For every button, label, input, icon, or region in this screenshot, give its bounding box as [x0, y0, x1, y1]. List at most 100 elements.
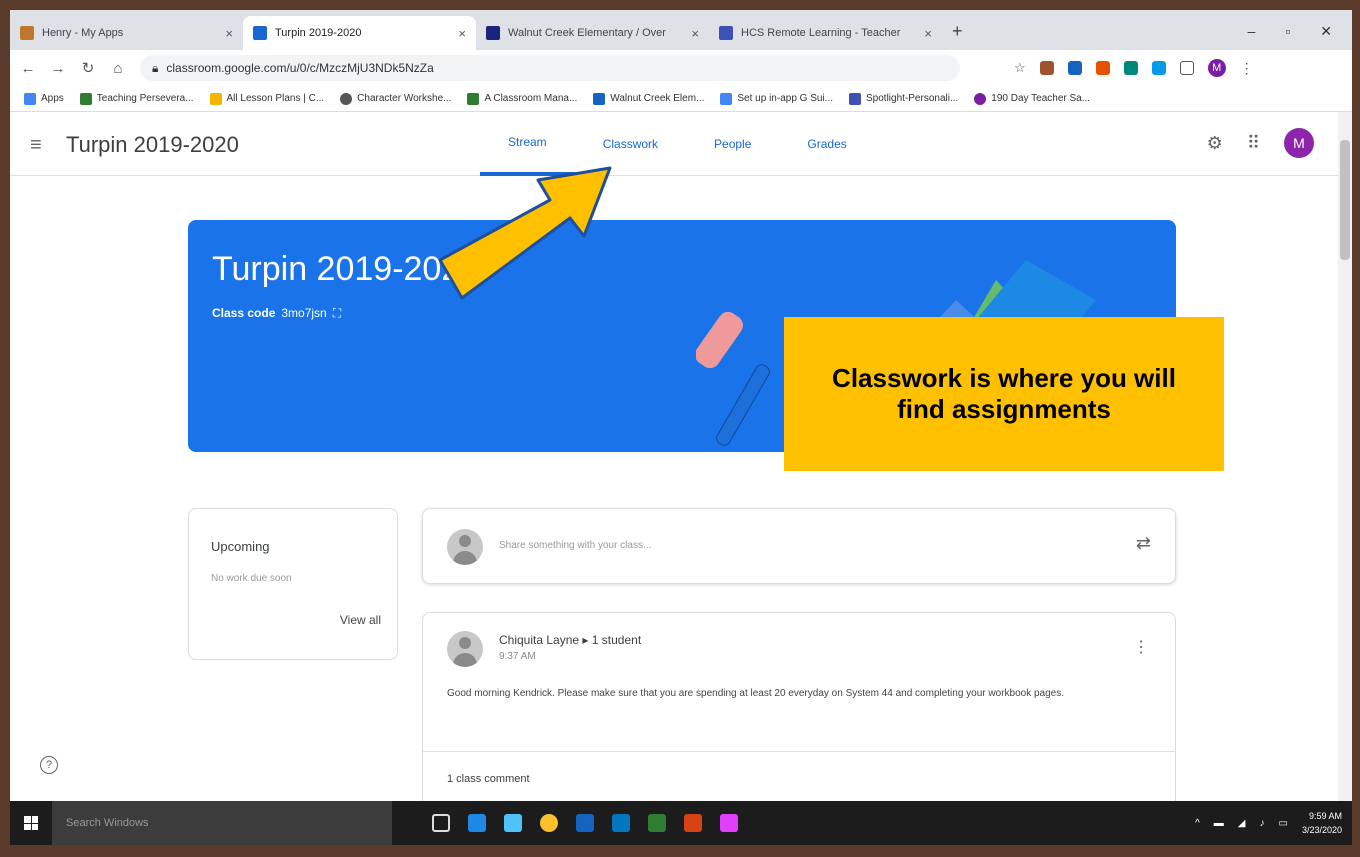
windows-logo-icon	[24, 816, 38, 830]
bookmark-item[interactable]: Teaching Persevera...	[79, 92, 194, 105]
home-icon[interactable]: ⌂	[110, 60, 126, 77]
clock-time: 9:59 AM	[1308, 811, 1342, 821]
extension-icon[interactable]	[1095, 61, 1110, 75]
keyboard-icon[interactable]: ▭	[1279, 818, 1288, 829]
avatar	[447, 631, 483, 667]
share-input[interactable]: Share something with your class...	[499, 540, 651, 551]
tab-people[interactable]: People	[686, 112, 779, 176]
divider	[423, 751, 1175, 752]
address-bar-row: ← → ↻ ⌂ 🔒︎ classroom.google.com/u/0/c/Mz…	[10, 50, 1352, 86]
tab-favicon-icon	[253, 26, 267, 40]
bookmark-item[interactable]: A Classroom Mana...	[467, 92, 577, 105]
chrome-icon[interactable]	[540, 814, 558, 832]
powerpoint-icon[interactable]	[684, 814, 702, 832]
bookmark-item[interactable]: Character Workshe...	[340, 92, 452, 105]
file-explorer-icon[interactable]	[504, 814, 522, 832]
browser-tab-active[interactable]: Turpin 2019-2020 ×	[243, 16, 476, 50]
browser-menu-icon[interactable]: ⋮	[1240, 60, 1254, 77]
bookmark-item[interactable]: Set up in-app G Sui...	[720, 92, 833, 105]
close-window-icon[interactable]: ✕	[1320, 23, 1332, 40]
bookmark-item[interactable]: Spotlight-Personali...	[849, 92, 959, 105]
address-bar[interactable]: 🔒︎ classroom.google.com/u/0/c/MzczMjU3ND…	[140, 55, 960, 81]
network-icon[interactable]: ▬	[1214, 818, 1224, 829]
bookmark-icon	[467, 92, 480, 105]
reload-icon[interactable]: ↻	[80, 59, 96, 77]
gear-icon[interactable]: ⚙	[1207, 133, 1223, 154]
app-icon[interactable]	[720, 814, 738, 832]
taskbar-search[interactable]: Search Windows	[52, 801, 392, 845]
extension-icon[interactable]	[1151, 61, 1166, 75]
more-options-icon[interactable]: ⋮	[1133, 637, 1149, 657]
bookmark-item[interactable]: 190 Day Teacher Sa...	[974, 92, 1090, 105]
tab-grades[interactable]: Grades	[779, 112, 874, 176]
post-author: Chiquita Layne ▸ 1 student	[499, 633, 641, 647]
scrollbar-thumb[interactable]	[1340, 140, 1350, 260]
bookmark-label: Apps	[41, 93, 64, 104]
minimize-icon[interactable]: –	[1248, 23, 1256, 40]
taskbar-apps	[432, 814, 738, 832]
system-tray: ^ ▬ ◢ ♪ ▭ 9:59 AM 3/23/2020	[1195, 809, 1352, 837]
extension-icon[interactable]	[1067, 61, 1082, 75]
browser-tab[interactable]: HCS Remote Learning - Teacher ×	[709, 16, 942, 50]
extension-icon[interactable]	[1123, 61, 1138, 75]
help-icon[interactable]: ?	[40, 756, 58, 774]
extension-icon[interactable]	[1039, 61, 1054, 75]
repost-icon[interactable]: ⇄	[1136, 533, 1151, 554]
bookmark-label: Teaching Persevera...	[96, 93, 194, 104]
maximize-icon[interactable]: ▫	[1285, 23, 1290, 40]
excel-icon[interactable]	[648, 814, 666, 832]
bookmark-item[interactable]: Apps	[24, 92, 64, 105]
fullscreen-icon[interactable]: ⛶	[333, 306, 341, 321]
browser-tab[interactable]: Walnut Creek Elementary / Over ×	[476, 16, 709, 50]
bookmark-label: Spotlight-Personali...	[866, 93, 959, 104]
bookmark-icon	[593, 92, 606, 105]
profile-avatar[interactable]: M	[1207, 59, 1226, 77]
cast-icon[interactable]	[1179, 61, 1194, 75]
screen-frame: Henry - My Apps × Turpin 2019-2020 × Wal…	[10, 10, 1352, 845]
start-button[interactable]	[10, 801, 52, 845]
annotation-arrow	[438, 166, 612, 300]
menu-icon[interactable]: ≡	[30, 134, 42, 157]
tab-title: Turpin 2019-2020	[275, 27, 362, 39]
page-scrollbar[interactable]	[1338, 112, 1352, 801]
word-icon[interactable]	[576, 814, 594, 832]
browser-tab[interactable]: Henry - My Apps ×	[10, 16, 243, 50]
bookmarks-bar: Apps Teaching Persevera... All Lesson Pl…	[10, 86, 1352, 112]
forward-icon[interactable]: →	[50, 60, 66, 77]
outlook-icon[interactable]	[612, 814, 630, 832]
task-view-icon[interactable]	[432, 814, 450, 832]
bookmark-item[interactable]: All Lesson Plans | C...	[209, 92, 325, 105]
wifi-icon[interactable]: ◢	[1238, 818, 1246, 829]
bookmark-item[interactable]: Walnut Creek Elem...	[593, 92, 704, 105]
avatar[interactable]: M	[1284, 128, 1314, 158]
class-comments-link[interactable]: 1 class comment	[447, 773, 530, 785]
volume-icon[interactable]: ♪	[1260, 818, 1265, 829]
chevron-up-icon[interactable]: ^	[1195, 818, 1200, 829]
post-body: Good morning Kendrick. Please make sure …	[447, 688, 1065, 699]
edge-icon[interactable]	[468, 814, 486, 832]
close-icon[interactable]: ×	[691, 26, 699, 41]
bookmark-icon	[974, 92, 987, 105]
window-controls: – ▫ ✕	[1228, 23, 1353, 50]
apps-grid-icon[interactable]: ⠿	[1247, 133, 1260, 154]
tab-title: Henry - My Apps	[42, 27, 124, 39]
new-tab-button[interactable]: +	[942, 21, 973, 50]
back-icon[interactable]: ←	[20, 60, 36, 77]
share-card[interactable]: Share something with your class... ⇄	[422, 508, 1176, 584]
upcoming-card: Upcoming No work due soon View all	[188, 508, 398, 660]
classroom-header: ≡ Turpin 2019-2020 Stream Classwork Peop…	[10, 112, 1352, 176]
tab-favicon-icon	[719, 26, 733, 40]
close-icon[interactable]: ×	[225, 26, 233, 41]
close-icon[interactable]: ×	[924, 26, 932, 41]
bookmark-label: Character Workshe...	[357, 93, 452, 104]
star-icon[interactable]: ☆	[1014, 60, 1026, 76]
view-all-link[interactable]: View all	[340, 613, 381, 627]
post-timestamp: 9:37 AM	[499, 651, 536, 662]
post-audience[interactable]: 1 student	[592, 633, 641, 647]
lock-icon: 🔒︎	[152, 60, 159, 75]
bookmark-label: All Lesson Plans | C...	[226, 93, 325, 104]
bookmark-icon	[849, 92, 862, 105]
taskbar-clock[interactable]: 9:59 AM 3/23/2020	[1302, 809, 1342, 837]
class-title[interactable]: Turpin 2019-2020	[66, 132, 239, 158]
close-icon[interactable]: ×	[458, 26, 466, 41]
